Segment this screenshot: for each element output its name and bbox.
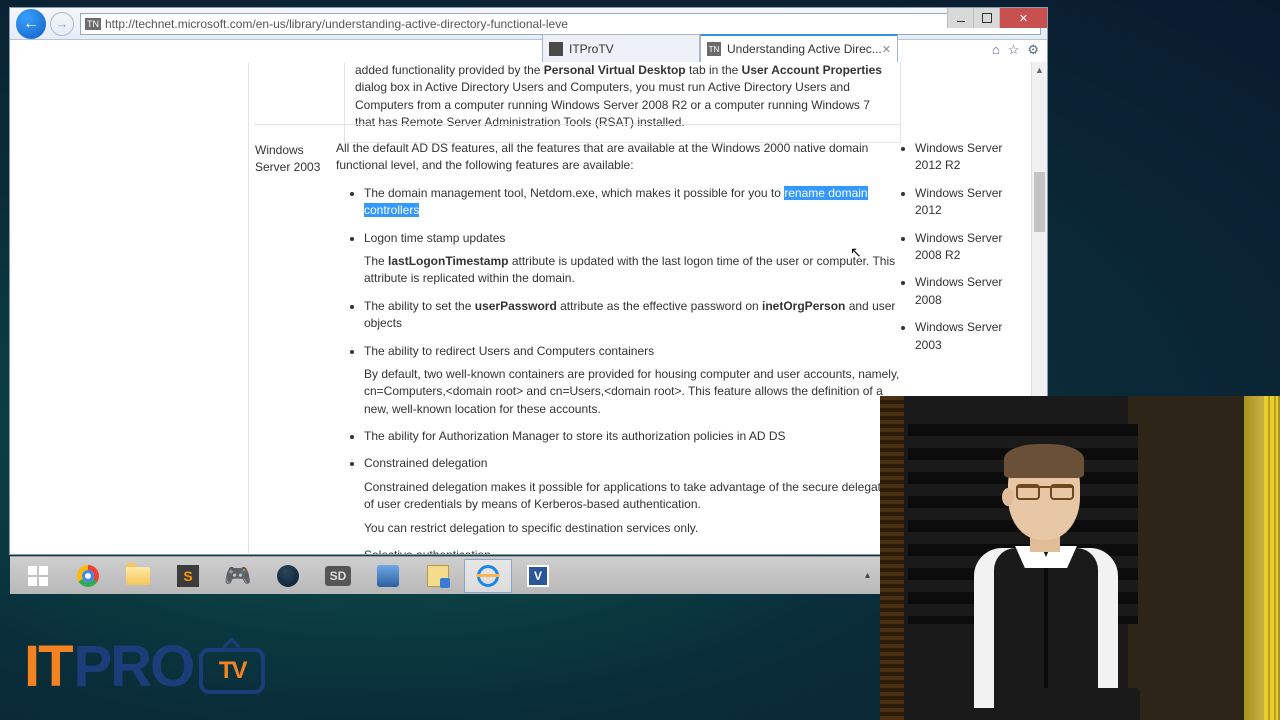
- nav-back-button[interactable]: ←: [16, 9, 46, 39]
- nav-forward-button[interactable]: →: [50, 12, 74, 36]
- feature-list: The domain management tool, Netdom.exe, …: [336, 185, 901, 554]
- address-bar[interactable]: TN http://technet.microsoft.com/en-us/li…: [80, 13, 1041, 35]
- site-badge: TN: [85, 18, 101, 30]
- itprotv-favicon-icon: [549, 42, 563, 56]
- toc-link[interactable]: Windows Server 2012: [915, 185, 1015, 220]
- article-body: All the default AD DS features, all the …: [336, 140, 901, 554]
- tab-technet[interactable]: TN Understanding Active Direc... ✕: [700, 34, 898, 62]
- intro-text: All the default AD DS features, all the …: [336, 140, 901, 175]
- prev-row-note-box: added functionality provided by the Pers…: [344, 62, 901, 143]
- minimize-button[interactable]: [947, 8, 973, 28]
- presenter-webcam: [880, 396, 1280, 720]
- start-button[interactable]: [14, 559, 62, 593]
- list-item: The ability to redirect Users and Comput…: [364, 343, 901, 419]
- functional-level-label: Windows Server 2003: [255, 142, 333, 177]
- tray-arrow-icon[interactable]: ▴: [865, 570, 870, 581]
- tab-close-icon[interactable]: ✕: [882, 43, 891, 56]
- taskbar-game-icon[interactable]: 🎮: [214, 559, 262, 593]
- in-this-article-nav: Windows Server 2012 R2 Windows Server 20…: [901, 140, 1015, 364]
- taskbar-sd-icon[interactable]: SD: [314, 559, 362, 593]
- close-button[interactable]: [999, 8, 1047, 28]
- list-item: The ability for Authorization Manager to…: [364, 428, 901, 445]
- technet-favicon-icon: TN: [707, 42, 721, 56]
- tab-label: ITProTV: [569, 42, 614, 56]
- home-icon[interactable]: ⌂: [992, 42, 1000, 58]
- itprotv-logo: IT PRO TV: [24, 633, 265, 700]
- toc-link[interactable]: Windows Server 2012 R2: [915, 140, 1015, 175]
- window-controls: [947, 8, 1047, 28]
- tab-label: Understanding Active Direc...: [727, 42, 882, 56]
- scroll-thumb[interactable]: [1034, 172, 1045, 232]
- taskbar-chrome-icon[interactable]: [64, 559, 112, 593]
- tab-itprotv[interactable]: ITProTV: [542, 34, 700, 62]
- list-item: Logon time stamp updates The lastLogonTi…: [364, 230, 901, 288]
- taskbar-visio-icon[interactable]: V: [514, 559, 562, 593]
- toc-link[interactable]: Windows Server 2008: [915, 274, 1015, 309]
- tab-strip: ITProTV TN Understanding Active Direc...…: [542, 34, 898, 62]
- list-item: The ability to set the userPassword attr…: [364, 298, 901, 333]
- logo-pro: PRO: [74, 633, 194, 700]
- tools-gear-icon[interactable]: ⚙: [1027, 42, 1039, 58]
- list-item: The domain management tool, Netdom.exe, …: [364, 185, 901, 220]
- taskbar-virtualbox-icon[interactable]: [364, 559, 412, 593]
- taskbar-steam-icon[interactable]: [264, 559, 312, 593]
- url-text: http://technet.microsoft.com/en-us/libra…: [105, 17, 1003, 31]
- presenter-figure: [930, 430, 1160, 720]
- list-item: Selective authentication Selective authe…: [364, 547, 901, 554]
- taskbar-explorer-icon[interactable]: [114, 559, 162, 593]
- taskbar-putty-icon[interactable]: [414, 559, 462, 593]
- taskbar-sublime-icon[interactable]: S: [164, 559, 212, 593]
- logo-it: IT: [24, 633, 72, 700]
- taskbar: S 🎮 SD V ▴: [10, 556, 880, 594]
- logo-tv-icon: TV: [199, 648, 265, 694]
- maximize-button[interactable]: [973, 8, 999, 28]
- command-bar: ⌂ ☆ ⚙: [992, 42, 1039, 58]
- toc-link[interactable]: Windows Server 2003: [915, 319, 1015, 354]
- toc-link[interactable]: Windows Server 2008 R2: [915, 230, 1015, 265]
- taskbar-ie-icon[interactable]: [464, 559, 512, 593]
- system-tray[interactable]: ▴: [865, 570, 876, 581]
- list-item: Constrained delegation Constrained deleg…: [364, 455, 901, 537]
- favorites-icon[interactable]: ☆: [1008, 42, 1020, 58]
- scroll-up-icon[interactable]: ▲: [1032, 62, 1047, 78]
- technet-article: added functionality provided by the Pers…: [10, 62, 1031, 554]
